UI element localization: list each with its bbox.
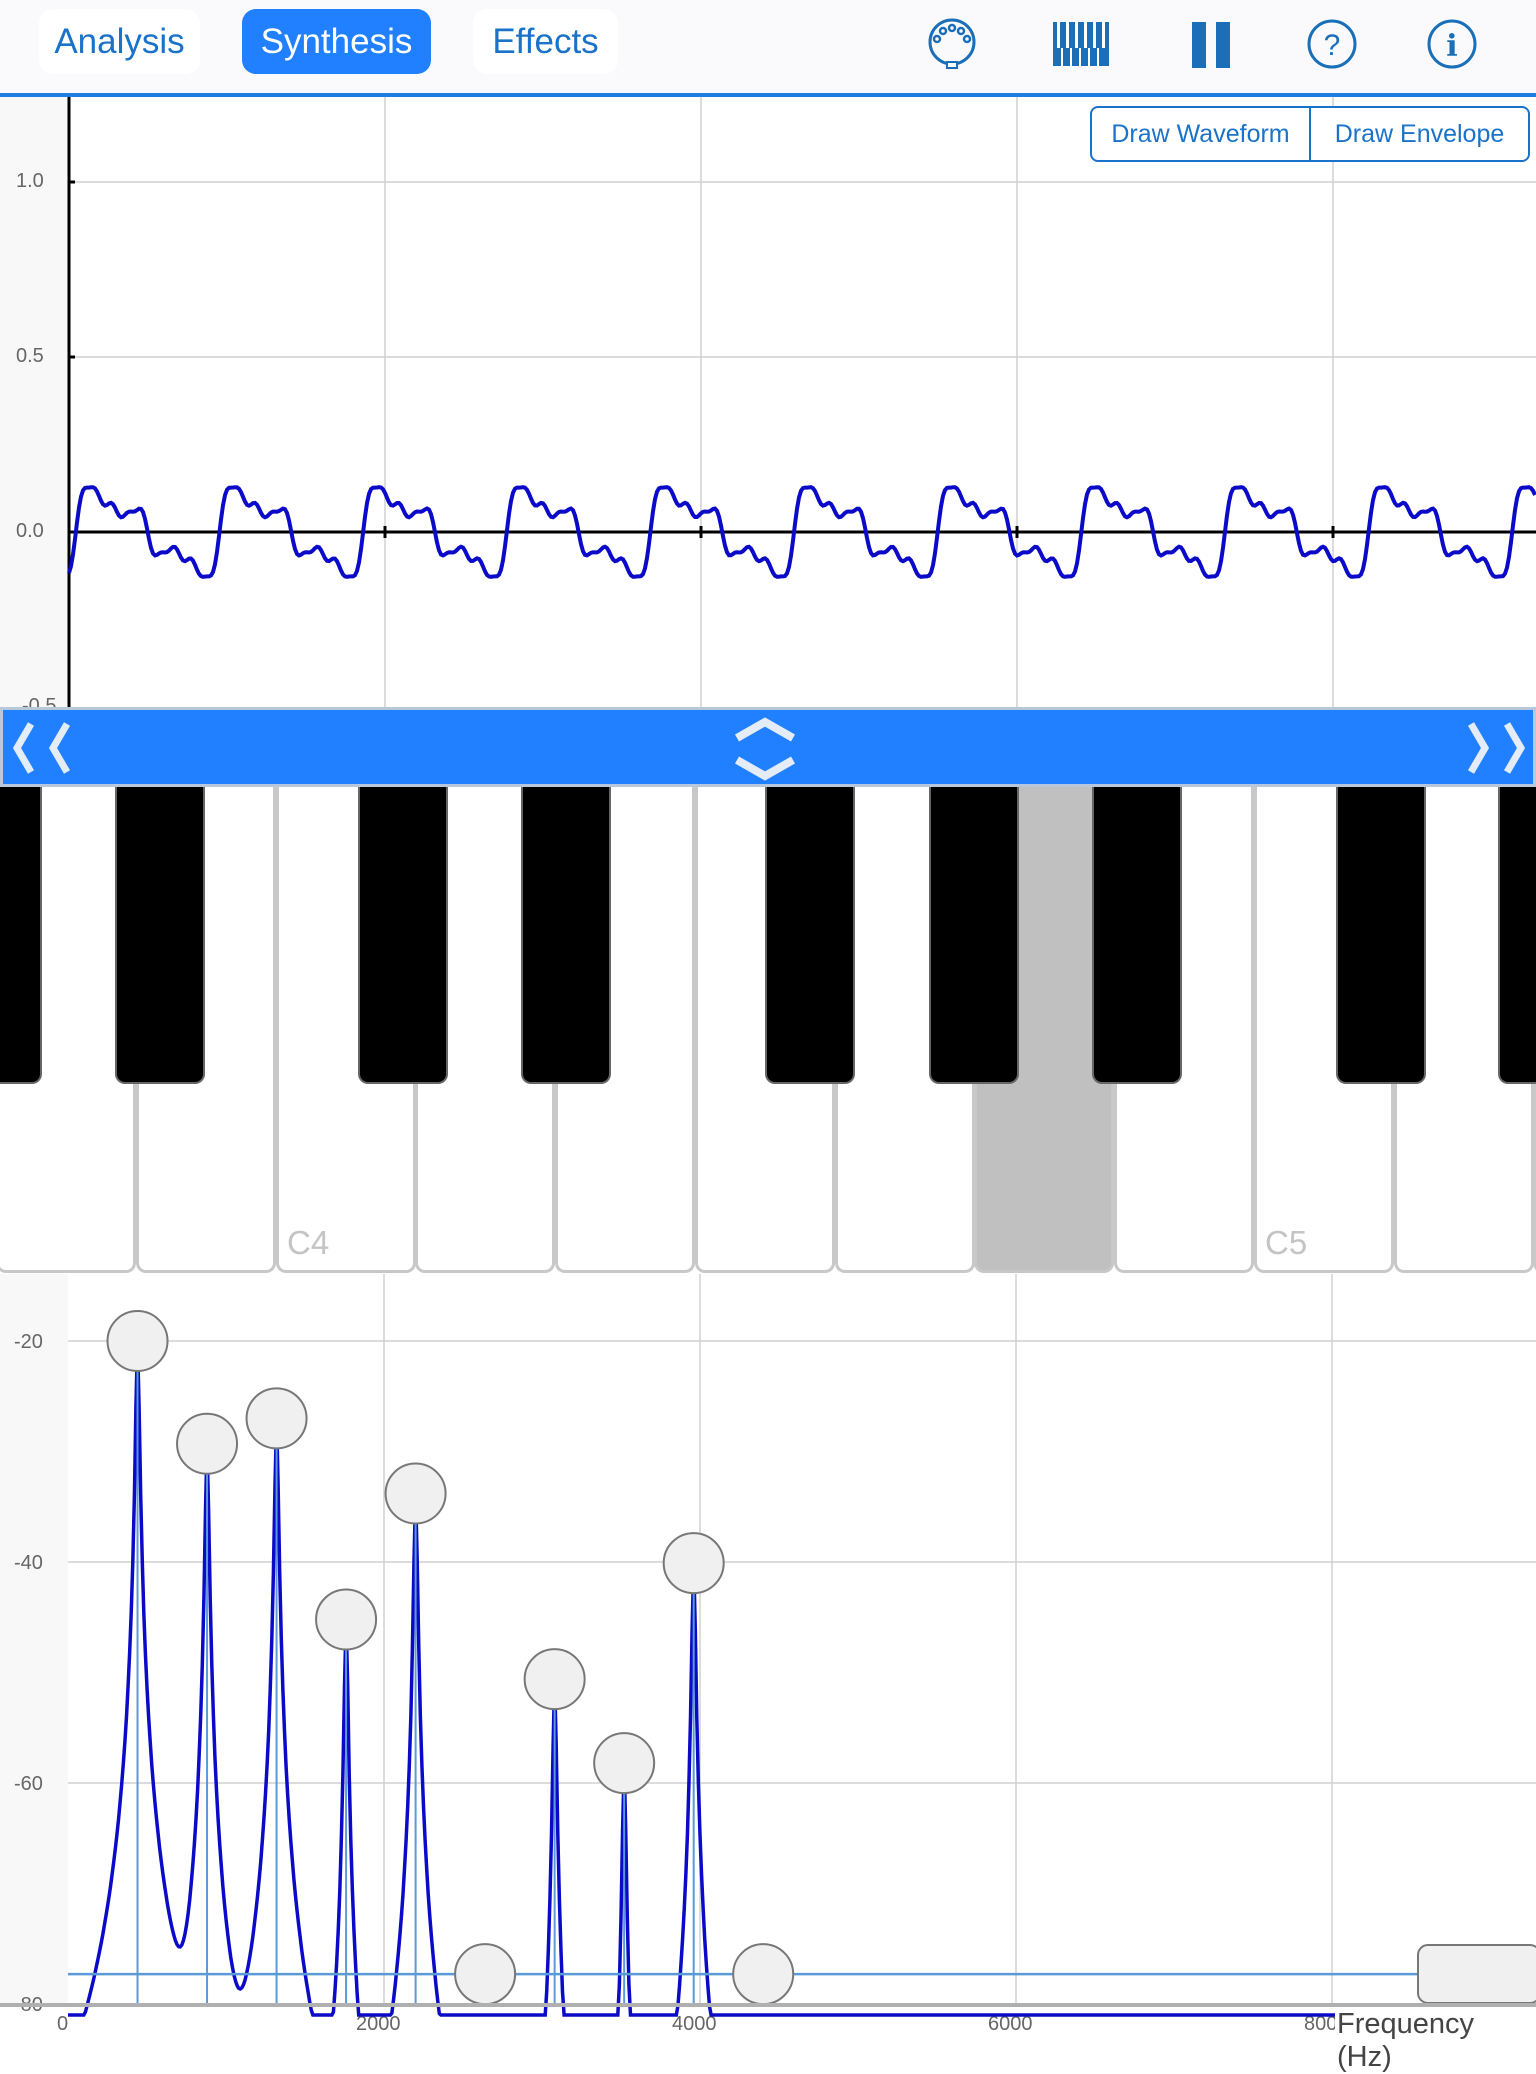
spectrum-ytick: -60 — [14, 1773, 43, 1795]
harmonic-handle-7[interactable] — [523, 1648, 586, 1711]
harmonic-handle-1[interactable] — [106, 1310, 169, 1372]
spectrum-ytick: -40 — [14, 1552, 43, 1574]
spectrum-ytick: -20 — [14, 1331, 43, 1353]
harmonic-handle-2[interactable] — [176, 1412, 239, 1475]
x-axis-title: Frequency (Hz) — [1335, 2008, 1536, 2074]
harmonic-handle-5[interactable] — [384, 1462, 447, 1525]
harmonic-handle-8[interactable] — [593, 1732, 656, 1795]
harmonic-handle-3[interactable] — [245, 1387, 308, 1450]
harmonic-handle-10[interactable] — [732, 1943, 795, 2006]
spectrum-plot[interactable]: -20-40-60-800 2000 4000 6000 8000 — [0, 0, 1536, 2048]
harmonic-handle-4[interactable] — [315, 1588, 378, 1651]
harmonic-handle-6[interactable] — [454, 1943, 517, 2006]
harmonic-handle-9[interactable] — [662, 1532, 725, 1595]
floor-level-handle[interactable] — [1417, 1944, 1536, 2004]
spectrum-xtick: 0 — [57, 2013, 68, 2035]
